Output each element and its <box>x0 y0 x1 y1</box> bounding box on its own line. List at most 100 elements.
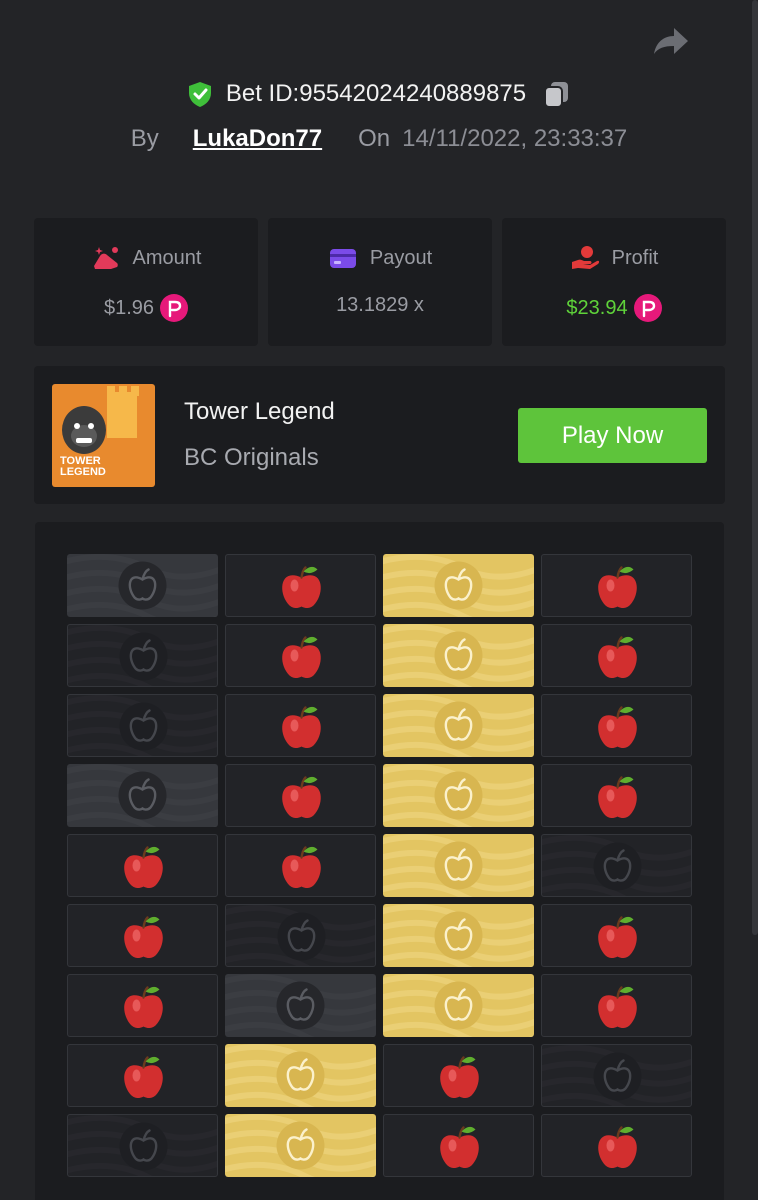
game-title: Tower Legend <box>184 398 335 425</box>
board-cell-picked <box>383 974 534 1037</box>
board-cell-revealed <box>67 554 218 617</box>
apple-outline-icon <box>383 624 534 687</box>
apple-outline-icon <box>225 1044 376 1107</box>
apple-outline-icon <box>383 694 534 757</box>
board-cell-revealed <box>67 764 218 827</box>
board-cell-apple <box>541 764 692 827</box>
profit-hand-icon <box>571 246 599 269</box>
board-cell-empty <box>541 834 692 897</box>
board-cell-apple <box>225 624 376 687</box>
payout-label: Payout <box>369 246 433 269</box>
by-label: By <box>130 125 159 152</box>
apple-outline-icon <box>225 1114 376 1177</box>
board-cell-apple <box>67 1044 218 1107</box>
board-cell-apple <box>67 834 218 897</box>
board-cell-picked <box>225 1114 376 1177</box>
apple-outline-icon <box>383 904 534 967</box>
apple-outline-icon <box>68 1115 217 1176</box>
bet-meta-line: By LukaDon77 On 14/11/2022, 23:33:37 <box>0 122 758 156</box>
apple-icon <box>598 706 637 749</box>
profit-card: Profit $23.94 <box>502 218 726 346</box>
board-cell-empty <box>541 1044 692 1107</box>
game-thumbnail[interactable]: TOWER LEGEND <box>52 384 155 487</box>
board-cell-empty <box>67 1114 218 1177</box>
board-cell-apple <box>541 904 692 967</box>
apple-outline-icon <box>383 554 534 617</box>
game-board <box>35 522 724 1200</box>
apple-outline-icon <box>383 834 534 897</box>
board-cell-revealed <box>225 974 376 1037</box>
board-cell-apple <box>541 624 692 687</box>
apple-outline-icon <box>226 905 375 966</box>
amount-icon <box>93 247 118 269</box>
apple-icon <box>282 706 321 749</box>
apple-icon <box>598 776 637 819</box>
board-cell-apple <box>383 1044 534 1107</box>
amount-label: Amount <box>132 246 202 269</box>
apple-outline-icon <box>542 1045 691 1106</box>
share-icon[interactable] <box>650 24 690 60</box>
payout-card: Payout 13.1829 x <box>268 218 492 346</box>
apple-outline-icon <box>68 695 217 756</box>
apple-outline-icon <box>383 974 534 1037</box>
board-cell-apple <box>67 974 218 1037</box>
bet-datetime: 14/11/2022, 23:33:37 <box>402 125 628 152</box>
board-cell-apple <box>67 904 218 967</box>
board-cell-apple <box>541 1114 692 1177</box>
apple-icon <box>440 1056 479 1099</box>
apple-outline-icon <box>68 625 217 686</box>
bet-id-label: Bet ID: <box>225 80 300 107</box>
board-cell-picked <box>383 904 534 967</box>
username-link[interactable]: LukaDon77 <box>193 125 322 153</box>
apple-outline-icon <box>67 764 218 827</box>
board-cell-apple <box>225 554 376 617</box>
payout-value: 13.1829 x <box>336 294 424 316</box>
board-cell-picked <box>383 554 534 617</box>
board-cell-apple <box>541 694 692 757</box>
game-provider: BC Originals <box>184 444 319 471</box>
apple-icon <box>124 846 163 889</box>
board-cell-apple <box>225 834 376 897</box>
apple-icon <box>598 636 637 679</box>
verified-shield-icon <box>188 82 211 107</box>
board-cell-empty <box>225 904 376 967</box>
apple-icon <box>598 1126 637 1169</box>
amount-card: Amount $1.96 <box>34 218 258 346</box>
apple-icon <box>124 916 163 959</box>
apple-icon <box>282 566 321 609</box>
coin-icon <box>633 294 662 322</box>
board-cell-picked <box>383 624 534 687</box>
board-cell-apple <box>225 764 376 827</box>
board-cell-apple <box>541 554 692 617</box>
copy-icon[interactable] <box>542 79 572 109</box>
board-cell-apple <box>225 694 376 757</box>
profit-value: $23.94 <box>566 296 628 319</box>
game-banner: TOWER LEGEND Tower Legend BC Originals P… <box>34 366 725 504</box>
apple-icon <box>598 916 637 959</box>
thumb-title-line2: LEGEND <box>60 466 106 478</box>
board-cell-apple <box>383 1114 534 1177</box>
board-cell-picked <box>383 694 534 757</box>
board-cell-picked <box>383 834 534 897</box>
board-cell-picked <box>383 764 534 827</box>
apple-icon <box>598 986 637 1029</box>
apple-outline-icon <box>542 835 691 896</box>
apple-icon <box>440 1126 479 1169</box>
board-cell-empty <box>67 694 218 757</box>
apple-icon <box>282 846 321 889</box>
apple-outline-icon <box>67 554 218 617</box>
apple-icon <box>598 566 637 609</box>
board-cell-empty <box>67 624 218 687</box>
board-cell-apple <box>541 974 692 1037</box>
apple-icon <box>282 636 321 679</box>
apple-icon <box>124 986 163 1029</box>
coin-icon <box>160 294 189 322</box>
board-cell-picked <box>225 1044 376 1107</box>
bet-id-line: Bet ID: 95542024240889875 <box>0 76 758 112</box>
apple-outline-icon <box>383 764 534 827</box>
amount-value: $1.96 <box>103 296 155 319</box>
profit-label: Profit <box>611 246 659 269</box>
play-now-button[interactable]: Play Now <box>518 408 707 463</box>
apple-icon <box>124 1056 163 1099</box>
payout-card-icon <box>329 249 356 268</box>
